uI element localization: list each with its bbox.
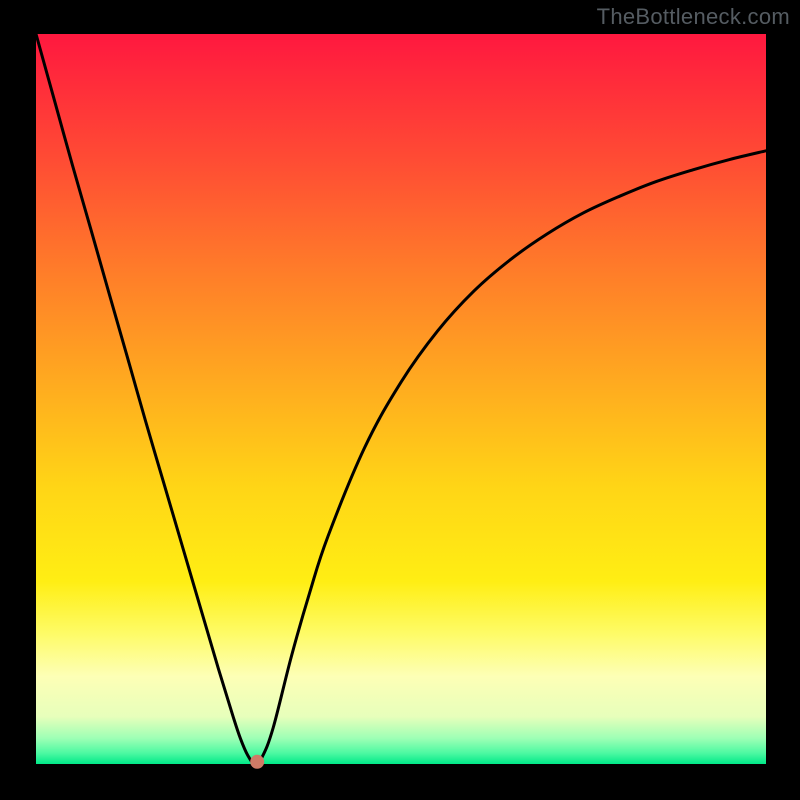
- watermark-text: TheBottleneck.com: [597, 4, 790, 30]
- plot-background: [36, 34, 766, 764]
- chart-container: TheBottleneck.com: [0, 0, 800, 800]
- chart-svg: [0, 0, 800, 800]
- marker-dot: [250, 755, 264, 769]
